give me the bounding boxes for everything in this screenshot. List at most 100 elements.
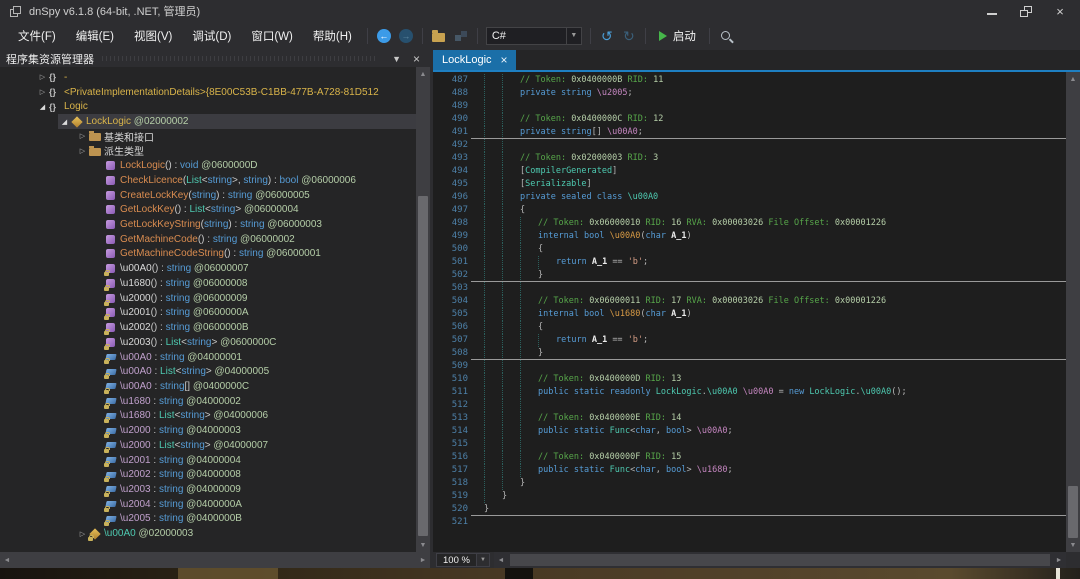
tree-row[interactable]: \u00A0 : List<string> @04000005 <box>0 364 416 379</box>
tab-close-icon[interactable]: × <box>501 53 508 67</box>
tree-row[interactable]: GetMachineCodeString() : string @0600000… <box>0 247 416 262</box>
scroll-up-button[interactable]: ▲ <box>1066 72 1080 86</box>
code-line[interactable]: 515 <box>433 438 1066 451</box>
scroll-right-button[interactable]: ► <box>1052 553 1066 567</box>
tree-row[interactable]: CreateLockKey(string) : string @06000005 <box>0 188 416 203</box>
code-line[interactable]: 500{ <box>433 243 1066 256</box>
code-line[interactable]: 492 <box>433 139 1066 152</box>
tree-row[interactable]: \u00A0 : string @04000001 <box>0 350 416 365</box>
code-line[interactable]: 501return A_1 == 'b'; <box>433 256 1066 269</box>
code-line[interactable]: 491private string[] \u00A0; <box>433 126 1066 139</box>
code-line[interactable]: 516// Token: 0x0400000F RID: 15 <box>433 451 1066 464</box>
tree-row[interactable]: \u1680 : string @04000002 <box>0 394 416 409</box>
code-line[interactable]: 521 <box>433 516 1066 529</box>
code-line[interactable]: 506{ <box>433 321 1066 334</box>
menu-item-debug[interactable]: 调试(D) <box>182 27 241 47</box>
code-line[interactable]: 487// Token: 0x0400000B RID: 11 <box>433 74 1066 87</box>
tree-row[interactable]: \u00A0() : string @06000007 <box>0 261 416 276</box>
tree-row[interactable]: ◢{}Logic <box>0 99 416 114</box>
expander-icon[interactable]: ▷ <box>76 530 89 538</box>
tree-row[interactable]: \u2000 : string @04000003 <box>0 423 416 438</box>
tree-row[interactable]: GetLockKey() : List<string> @06000004 <box>0 202 416 217</box>
restore-button[interactable] <box>1020 6 1032 17</box>
code-line[interactable]: 509 <box>433 360 1066 373</box>
minimize-button[interactable] <box>986 6 998 17</box>
code-line[interactable]: 498// Token: 0x06000010 RID: 16 RVA: 0x0… <box>433 217 1066 230</box>
code-line[interactable]: 505internal bool \u1680(char A_1) <box>433 308 1066 321</box>
code-line[interactable]: 511public static readonly LockLogic.\u00… <box>433 386 1066 399</box>
tree-row[interactable]: \u2002() : string @0600000B <box>0 320 416 335</box>
menu-item-window[interactable]: 窗口(W) <box>241 27 303 47</box>
zoom-select[interactable]: 100 % ▼ <box>436 553 490 567</box>
tree-row[interactable]: ▷基类和接口 <box>0 129 416 144</box>
tree-row[interactable]: ▷{}<PrivateImplementationDetails>{8E00C5… <box>0 85 416 100</box>
tree-row[interactable]: ◢LockLogic @02000002 <box>0 114 416 129</box>
tree-row[interactable]: LockLogic() : void @0600000D <box>0 158 416 173</box>
forward-button[interactable]: → <box>395 25 417 47</box>
tree-row[interactable]: ▷{}- <box>0 70 416 85</box>
scroll-up-button[interactable]: ▲ <box>416 67 430 81</box>
code-line[interactable]: 512 <box>433 399 1066 412</box>
close-button[interactable]: × <box>1054 6 1066 17</box>
menu-item-file[interactable]: 文件(F) <box>8 27 66 47</box>
code-line[interactable]: 497{ <box>433 204 1066 217</box>
tree-row[interactable]: \u2001() : string @0600000A <box>0 306 416 321</box>
tree-vscrollbar[interactable]: ▲ ▼ <box>416 67 430 552</box>
scroll-left-button[interactable]: ◄ <box>0 553 14 567</box>
panel-menu-button[interactable]: ▼ <box>386 54 407 64</box>
expander-icon[interactable]: ▷ <box>76 132 89 140</box>
tree-row[interactable]: \u2004 : string @0400000A <box>0 497 416 512</box>
tree-row[interactable]: ▷\u00A0 @02000003 <box>0 526 416 541</box>
tree-row[interactable]: \u2003() : List<string> @0600000C <box>0 335 416 350</box>
tree-hscrollbar[interactable]: ◄ ► <box>0 552 430 568</box>
code-line[interactable]: 510// Token: 0x0400000D RID: 13 <box>433 373 1066 386</box>
menu-item-view[interactable]: 视图(V) <box>124 27 182 47</box>
editor-vscrollbar[interactable]: ▲ ▼ <box>1066 72 1080 552</box>
open-file-button[interactable] <box>428 25 450 47</box>
code-line[interactable]: 518} <box>433 477 1066 490</box>
menu-item-help[interactable]: 帮助(H) <box>303 27 362 47</box>
search-button[interactable] <box>715 25 737 47</box>
scroll-thumb[interactable] <box>1068 486 1078 538</box>
code-line[interactable]: 494[CompilerGenerated] <box>433 165 1066 178</box>
code-line[interactable]: 503 <box>433 282 1066 295</box>
code-line[interactable]: 504// Token: 0x06000011 RID: 17 RVA: 0x0… <box>433 295 1066 308</box>
tree-row[interactable]: GetMachineCode() : string @06000002 <box>0 232 416 247</box>
code-line[interactable]: 517public static Func<char, bool> \u1680… <box>433 464 1066 477</box>
code-line[interactable]: 489 <box>433 100 1066 113</box>
language-select[interactable]: C# ▼ <box>486 27 582 45</box>
code-line[interactable]: 514public static Func<char, bool> \u00A0… <box>433 425 1066 438</box>
tree-row[interactable]: \u2002 : string @04000008 <box>0 467 416 482</box>
scroll-right-button[interactable]: ► <box>416 553 430 567</box>
code-line[interactable]: 499internal bool \u00A0(char A_1) <box>433 230 1066 243</box>
tree-row[interactable]: \u2000() : string @06000009 <box>0 291 416 306</box>
tab-locklogic[interactable]: LockLogic × <box>433 50 516 70</box>
tree-row[interactable]: \u2000 : List<string> @04000007 <box>0 438 416 453</box>
tree-row[interactable]: \u1680() : string @06000008 <box>0 276 416 291</box>
tree-row[interactable]: ▷派生类型 <box>0 144 416 159</box>
code-line[interactable]: 496private sealed class \u00A0 <box>433 191 1066 204</box>
scroll-thumb[interactable] <box>418 196 428 536</box>
menu-item-edit[interactable]: 编辑(E) <box>66 27 124 47</box>
scroll-left-button[interactable]: ◄ <box>494 553 508 567</box>
tree-row[interactable]: \u1680 : List<string> @04000006 <box>0 409 416 424</box>
code-line[interactable]: 495[Serializable] <box>433 178 1066 191</box>
tree-row[interactable]: CheckLicence(List<string>, string) : boo… <box>0 173 416 188</box>
scroll-thumb[interactable] <box>510 554 1050 566</box>
code-line[interactable]: 520} <box>433 503 1066 516</box>
code-line[interactable]: 488private string \u2005; <box>433 87 1066 100</box>
code-line[interactable]: 519} <box>433 490 1066 503</box>
code-line[interactable]: 490// Token: 0x0400000C RID: 12 <box>433 113 1066 126</box>
editor-hscrollbar[interactable]: ◄ ► <box>494 552 1066 568</box>
start-button[interactable]: 启动 <box>651 28 704 44</box>
code-line[interactable]: 508} <box>433 347 1066 360</box>
scroll-down-button[interactable]: ▼ <box>416 538 430 552</box>
back-button[interactable]: ← <box>373 25 395 47</box>
tree-row[interactable]: GetLockKeyString(string) : string @06000… <box>0 217 416 232</box>
expander-icon[interactable]: ▷ <box>76 147 89 155</box>
tree-row[interactable]: \u2003 : string @04000009 <box>0 482 416 497</box>
code-line[interactable]: 513// Token: 0x0400000E RID: 14 <box>433 412 1066 425</box>
expander-icon[interactable]: ▷ <box>36 88 49 96</box>
scroll-down-button[interactable]: ▼ <box>1066 538 1080 552</box>
undo-button[interactable]: ↺ <box>596 25 618 47</box>
